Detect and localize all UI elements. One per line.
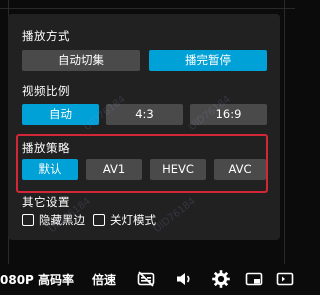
subtitle-off-icon[interactable] <box>137 270 155 288</box>
settings-panel: 播放方式 自动切集 播完暂停 视频比例 自动 4:3 16:9 播放策略 默认 … <box>8 14 280 240</box>
playback-strategy-av1-button[interactable]: AV1 <box>86 159 142 180</box>
playback-mode-pause-after-button[interactable]: 播完暂停 <box>149 50 267 71</box>
player-control-bar: 080P 高码率 倍速 <box>0 264 295 295</box>
aspect-ratio-auto-button[interactable]: 自动 <box>22 104 99 125</box>
other-settings-title: 其它设置 <box>22 195 70 209</box>
pip-icon[interactable] <box>245 270 263 288</box>
volume-icon[interactable] <box>175 270 193 288</box>
gear-icon[interactable] <box>212 270 230 288</box>
quality-selector[interactable]: 080P 高码率 <box>0 271 74 288</box>
lights-off-checkbox[interactable] <box>93 214 105 226</box>
widescreen-icon[interactable] <box>276 270 294 288</box>
background-line <box>284 0 285 295</box>
lights-off-option[interactable]: 关灯模式 <box>93 212 173 228</box>
aspect-ratio-4-3-button[interactable]: 4:3 <box>106 104 183 125</box>
background-line <box>0 8 295 9</box>
playback-strategy-title: 播放策略 <box>22 141 70 155</box>
playback-speed-button[interactable]: 倍速 <box>92 271 116 288</box>
aspect-ratio-16-9-button[interactable]: 16:9 <box>190 104 267 125</box>
hide-black-bars-checkbox[interactable] <box>22 214 34 226</box>
hide-black-bars-label: 隐藏黑边 <box>39 213 85 227</box>
aspect-ratio-title: 视频比例 <box>22 84 70 98</box>
hide-black-bars-option[interactable]: 隐藏黑边 <box>22 212 102 228</box>
playback-strategy-avc-button[interactable]: AVC <box>214 159 266 180</box>
playback-mode-auto-next-button[interactable]: 自动切集 <box>22 50 140 71</box>
playback-mode-title: 播放方式 <box>22 29 70 43</box>
lights-off-label: 关灯模式 <box>110 213 156 227</box>
playback-strategy-hevc-button[interactable]: HEVC <box>150 159 206 180</box>
playback-strategy-default-button[interactable]: 默认 <box>22 159 78 180</box>
